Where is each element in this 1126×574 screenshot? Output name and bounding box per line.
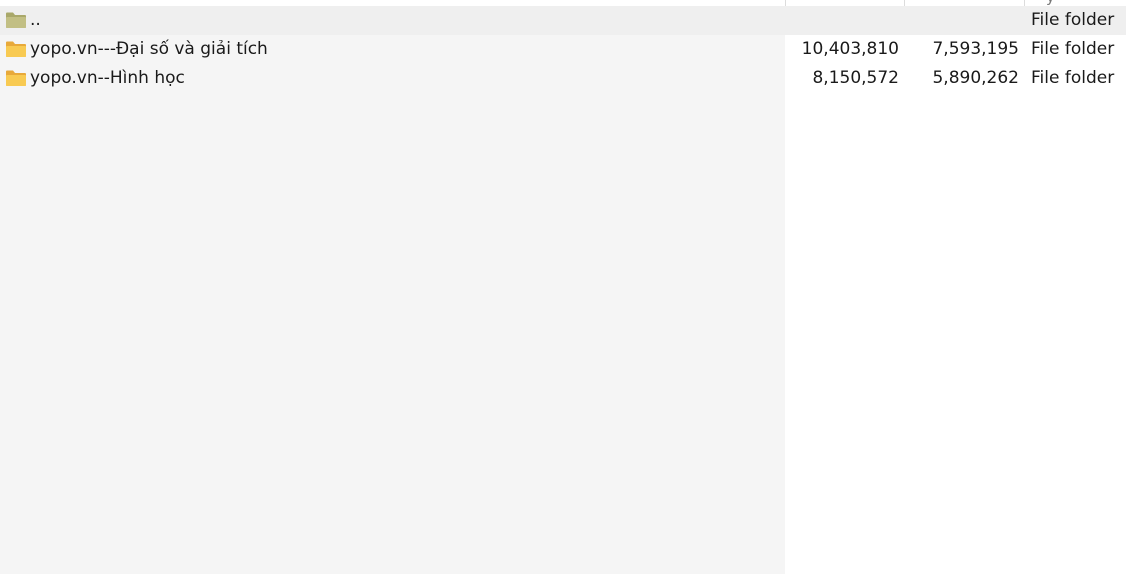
row-folder-dai-so[interactable]: yopo.vn---Đại số và giải tích 10,403,810…: [0, 35, 1126, 64]
file-list: y .. File folder yopo.vn---Đại số và giả…: [0, 0, 1126, 574]
file-type: File folder: [1031, 10, 1115, 30]
folder-icon: [6, 70, 26, 86]
file-packed-size: 7,593,195: [932, 39, 1019, 59]
folder-icon: [6, 41, 26, 57]
file-name: yopo.vn---Đại số và giải tích: [30, 39, 268, 59]
file-size: 8,150,572: [812, 68, 899, 88]
file-name: yopo.vn--Hình học: [30, 68, 185, 88]
file-type: File folder: [1031, 39, 1115, 59]
file-type: File folder: [1031, 68, 1115, 88]
file-packed-size: [910, 6, 1019, 35]
file-size: [790, 6, 899, 35]
folder-up-icon: [6, 12, 26, 28]
file-packed-size: 5,890,262: [932, 68, 1019, 88]
row-folder-hinh-hoc[interactable]: yopo.vn--Hình học 8,150,572 5,890,262 Fi…: [0, 64, 1126, 93]
row-parent-folder[interactable]: .. File folder: [0, 6, 1126, 35]
file-rows: .. File folder yopo.vn---Đại số và giải …: [0, 6, 1126, 93]
file-name: ..: [30, 10, 41, 30]
file-size: 10,403,810: [801, 39, 899, 59]
